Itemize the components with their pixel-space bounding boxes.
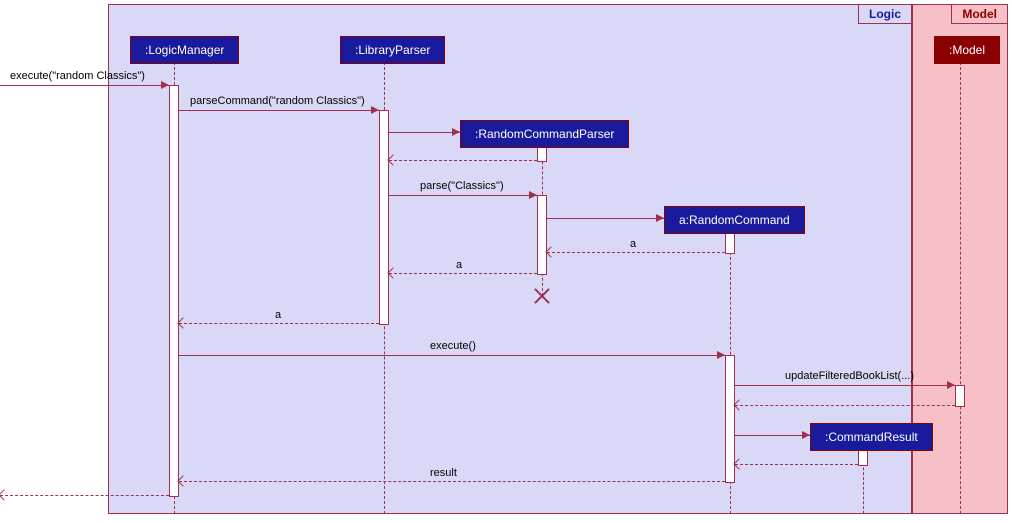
- activation-model: [955, 385, 965, 407]
- activation-library-parser: [379, 110, 389, 325]
- arrow-head-m8: [947, 381, 955, 389]
- arrow-m1: [0, 85, 169, 86]
- activation-rcp-1: [537, 146, 547, 162]
- arrow-m9: [179, 481, 725, 482]
- arrow-return-model: [735, 405, 955, 406]
- participant-model: :Model: [934, 36, 1000, 64]
- arrow-return-rcp-1: [389, 160, 537, 161]
- msg-m4: a: [630, 238, 636, 250]
- participant-logic-manager: :LogicManager: [130, 36, 239, 64]
- arrow-return-cr: [735, 464, 858, 465]
- logic-frame-label: Logic: [858, 5, 911, 24]
- destroy-rcp: [534, 288, 550, 304]
- msg-m2: parseCommand("random Classics"): [190, 95, 365, 107]
- arrow-head-create-rcp: [452, 128, 460, 136]
- participant-command-result: :CommandResult: [810, 423, 933, 451]
- arrow-create-rc: [547, 218, 664, 219]
- participant-random-command: a:RandomCommand: [664, 206, 805, 234]
- arrow-m6: [179, 323, 379, 324]
- activation-rc-1: [725, 232, 735, 254]
- arrow-head-final-return: [0, 489, 10, 500]
- participant-library-parser: :LibraryParser: [340, 36, 445, 64]
- msg-m9: result: [430, 467, 457, 479]
- logic-frame: Logic: [108, 4, 912, 514]
- model-frame-label: Model: [951, 5, 1007, 24]
- arrow-head-m2: [371, 106, 379, 114]
- msg-m1: execute("random Classics"): [10, 70, 145, 82]
- msg-m8: updateFilteredBookList(...): [785, 370, 914, 382]
- arrow-head-create-cr: [802, 431, 810, 439]
- msg-m6: a: [275, 309, 281, 321]
- msg-m5: a: [456, 259, 462, 271]
- arrow-m3: [389, 195, 537, 196]
- arrow-m5: [389, 273, 537, 274]
- arrow-head-m7: [717, 351, 725, 359]
- msg-m7: execute(): [430, 340, 476, 352]
- participant-random-command-parser: :RandomCommandParser: [460, 120, 629, 148]
- activation-logic-manager: [169, 85, 179, 497]
- arrow-m7: [179, 355, 725, 356]
- msg-m3: parse("Classics"): [420, 180, 504, 192]
- arrow-create-cr: [735, 435, 810, 436]
- lifeline-model: [960, 62, 961, 514]
- arrow-m2: [179, 110, 379, 111]
- arrow-head-m3: [529, 191, 537, 199]
- activation-rcp-2: [537, 195, 547, 275]
- arrow-create-rcp: [389, 132, 460, 133]
- arrow-final-return: [0, 495, 169, 496]
- arrow-head-create-rc: [656, 214, 664, 222]
- arrow-m4: [547, 252, 725, 253]
- arrow-head-m1: [161, 81, 169, 89]
- arrow-m8: [735, 385, 955, 386]
